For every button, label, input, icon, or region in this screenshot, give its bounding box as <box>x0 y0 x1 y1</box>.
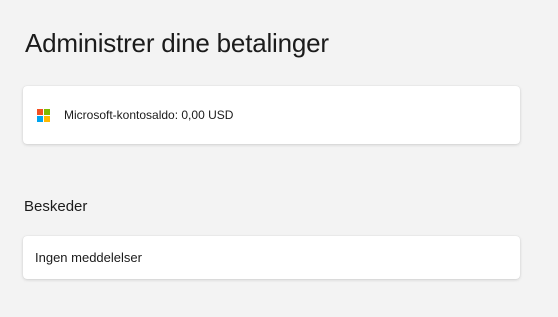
microsoft-logo-icon <box>37 108 50 122</box>
no-messages-text: Ingen meddelelser <box>35 249 142 265</box>
account-balance-card: Microsoft-kontosaldo: 0,00 USD <box>23 86 520 144</box>
page-title: Administrer dine betalinger <box>25 28 329 58</box>
messages-card: Ingen meddelelser <box>23 236 520 279</box>
account-balance-text: Microsoft-kontosaldo: 0,00 USD <box>64 108 234 122</box>
messages-heading: Beskeder <box>24 198 88 215</box>
